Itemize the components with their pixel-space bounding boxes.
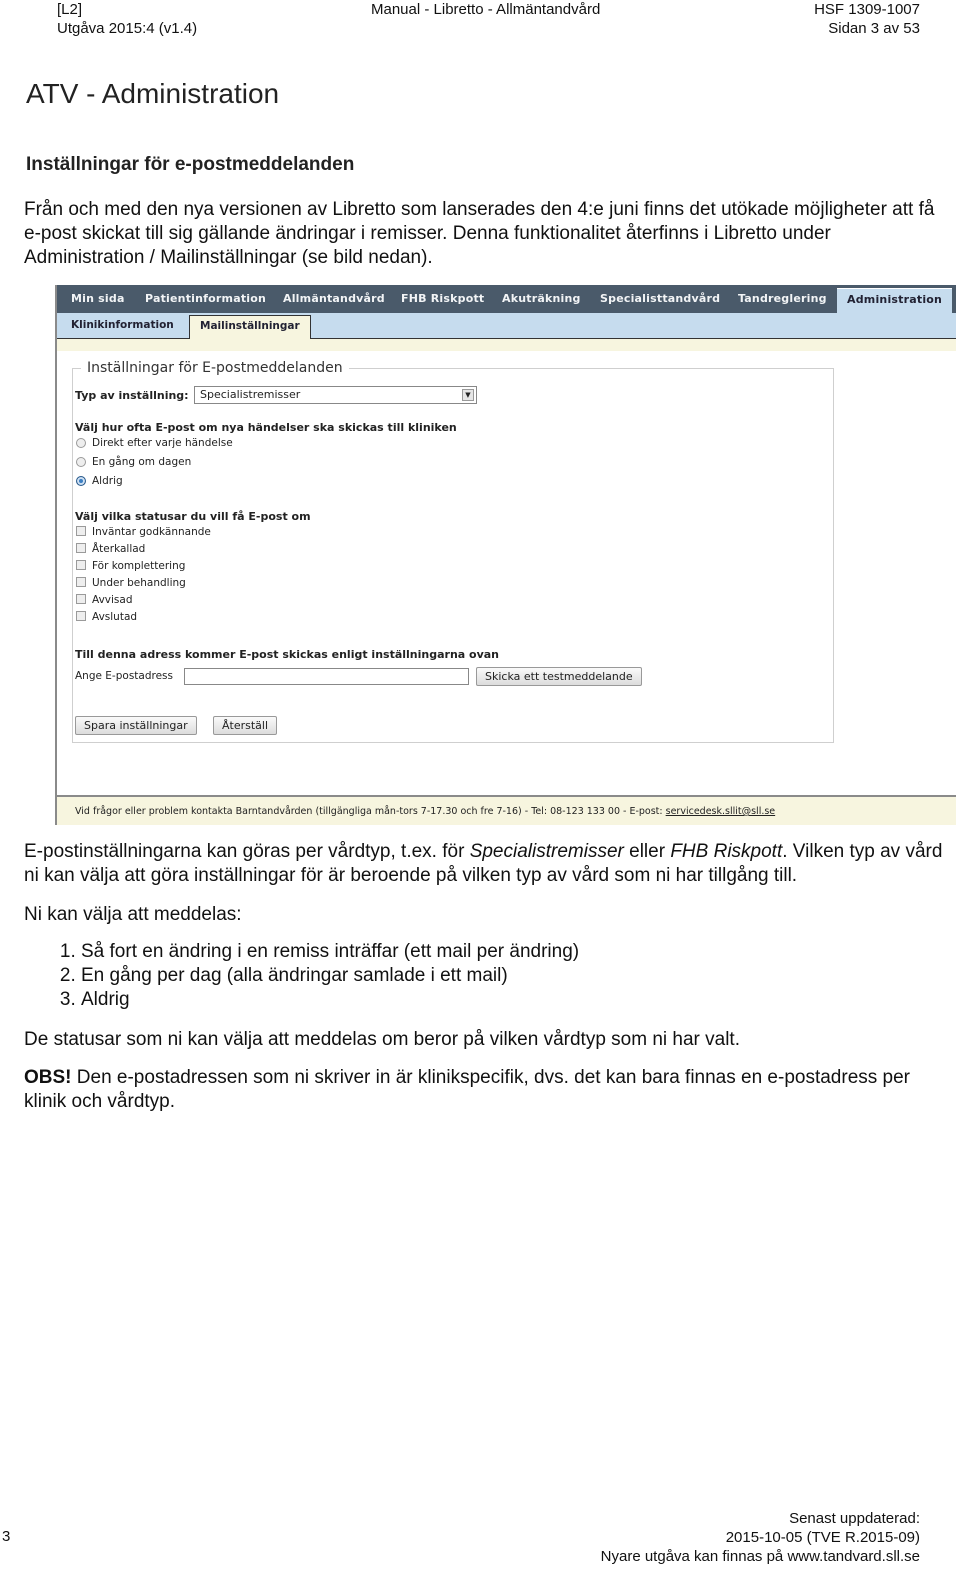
contact-footer: Vid frågor eller problem kontakta Barnta… <box>57 795 956 825</box>
subnav-klinikinformation[interactable]: Klinikinformation <box>71 319 174 331</box>
radio-direkt[interactable] <box>76 438 86 448</box>
email-input[interactable] <box>184 668 469 685</box>
obs-text: Den e-postadressen som ni skriver in är … <box>24 1067 911 1112</box>
para2-emphasis-specialistremisser: Specialistremisser <box>469 841 624 862</box>
chevron-down-icon[interactable]: ▼ <box>462 389 474 401</box>
list-item: Så fort en ändring i en remiss inträffar… <box>81 940 944 964</box>
radio-aldrig-label: Aldrig <box>92 475 123 487</box>
frequency-heading: Välj hur ofta E-post om nya händelser sk… <box>75 421 457 434</box>
status-heading: Välj vilka statusar du vill få E-post om <box>75 510 311 523</box>
sub-navigation: Klinikinformation Mailinställningar <box>57 313 956 339</box>
checkbox-aterkallad[interactable] <box>76 543 86 553</box>
email-label: Ange E-postadress <box>75 670 173 682</box>
fieldset-legend: Inställningar för E-postmeddelanden <box>81 360 349 376</box>
nav-fhb-riskpott[interactable]: FHB Riskpott <box>401 292 484 305</box>
para2-text-1: E-postinställningarna kan göras per vård… <box>24 841 470 862</box>
header-page-label: Sidan 3 av 53 <box>828 20 920 37</box>
header-level: [L2] <box>57 1 83 18</box>
header-edition: Utgåva 2015:4 (v1.4) <box>57 20 198 37</box>
save-settings-button[interactable]: Spara inställningar <box>75 716 197 735</box>
obs-label: OBS! <box>24 1067 72 1088</box>
page-title: ATV - Administration <box>26 78 280 109</box>
footer-updated-value: 2015-10-05 (TVE R.2015-09) <box>725 1529 920 1546</box>
nav-allmantandvard[interactable]: Allmäntandvård <box>283 292 385 305</box>
intro-paragraph: Från och med den nya versionen av Libret… <box>24 199 935 268</box>
radio-en-gang[interactable] <box>76 457 86 467</box>
type-select-value: Specialistremisser <box>200 388 301 401</box>
nav-patientinformation[interactable]: Patientinformation <box>145 292 266 305</box>
vardtyp-paragraph: E-postinställningarna kan göras per vård… <box>24 840 944 888</box>
reset-button[interactable]: Återställ <box>213 716 278 735</box>
checkbox-avvisad-label: Avvisad <box>92 594 133 606</box>
libretto-screenshot: Min sida Patientinformation Allmäntandvå… <box>55 285 956 825</box>
nav-tandreglering[interactable]: Tandreglering <box>738 292 827 305</box>
para2-emphasis-fhb-riskpott: FHB Riskpott <box>670 841 783 862</box>
section-title: Inställningar för e-postmeddelanden <box>26 154 355 175</box>
para2-text-2: eller <box>623 841 671 862</box>
content-strip <box>57 339 956 351</box>
radio-aldrig[interactable] <box>76 476 86 486</box>
address-heading: Till denna adress kommer E-post skickas … <box>75 648 500 661</box>
radio-en-gang-label: En gång om dagen <box>92 456 192 468</box>
nav-akutrakning[interactable]: Akuträkning <box>502 292 581 305</box>
status-paragraph: De statusar som ni kan välja att meddela… <box>24 1029 740 1050</box>
nav-administration[interactable]: Administration <box>837 288 953 313</box>
footer-page-number: 3 <box>2 1528 11 1545</box>
checkbox-invantar[interactable] <box>76 526 86 536</box>
checkbox-avslutad[interactable] <box>76 611 86 621</box>
checkbox-under-behandling[interactable] <box>76 577 86 587</box>
checkbox-under-behandling-label: Under behandling <box>92 577 186 589</box>
top-navigation: Min sida Patientinformation Allmäntandvå… <box>57 285 956 313</box>
nav-min-sida[interactable]: Min sida <box>71 292 125 305</box>
radio-direkt-label: Direkt efter varje händelse <box>92 437 233 449</box>
checkbox-komplettering[interactable] <box>76 560 86 570</box>
servicedesk-email-link[interactable]: servicedesk.sllit@sll.se <box>666 806 776 817</box>
checkbox-avvisad[interactable] <box>76 594 86 604</box>
checkbox-avslutad-label: Avslutad <box>92 611 138 623</box>
contact-text: Vid frågor eller problem kontakta Barnta… <box>75 806 775 817</box>
contact-text-body: Vid frågor eller problem kontakta Barnta… <box>75 806 666 817</box>
footer-newer-edition: Nyare utgåva kan finnas på www.tandvard.… <box>600 1548 920 1565</box>
checkbox-komplettering-label: För komplettering <box>92 560 186 572</box>
subnav-mailinstallningar[interactable]: Mailinställningar <box>189 315 311 339</box>
notification-options-list: Så fort en ändring i en remiss inträffar… <box>24 940 944 1012</box>
choose-paragraph: Ni kan välja att meddelas: <box>24 904 242 925</box>
obs-paragraph: OBS! Den e-postadressen som ni skriver i… <box>24 1066 944 1114</box>
header-doc-id: HSF 1309-1007 <box>814 1 920 18</box>
type-select[interactable]: Specialistremisser ▼ <box>194 386 477 404</box>
footer-updated-label: Senast uppdaterad: <box>789 1510 920 1527</box>
checkbox-aterkallad-label: Återkallad <box>92 543 146 555</box>
checkbox-invantar-label: Inväntar godkännande <box>92 526 211 538</box>
header-manual-title: Manual - Libretto - Allmäntandvård <box>371 1 601 18</box>
list-item: En gång per dag (alla ändringar samlade … <box>81 964 944 988</box>
nav-specialisttandvard[interactable]: Specialisttandvård <box>600 292 720 305</box>
send-test-button[interactable]: Skicka ett testmeddelande <box>476 667 642 686</box>
list-item: Aldrig <box>81 988 944 1012</box>
type-label: Typ av inställning: <box>75 389 189 402</box>
